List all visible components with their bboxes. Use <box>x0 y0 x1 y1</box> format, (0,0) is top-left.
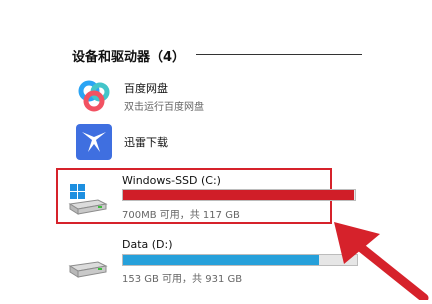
baidu-netdisk-subtitle: 双击运行百度网盘 <box>124 102 204 113</box>
section-title: 设备和驱动器（4） <box>72 50 186 65</box>
drive-d-label: Data (D:) <box>122 238 173 251</box>
drive-d-item[interactable]: Data (D:) 153 GB 可用，共 931 GB <box>56 234 358 292</box>
drive-d-usage-fill <box>123 255 319 265</box>
hard-drive-icon <box>68 252 108 286</box>
baidu-netdisk-icon <box>76 78 112 114</box>
devices-and-drives-section-header: 设备和驱动器（4） <box>72 46 362 65</box>
drive-c-label: Windows-SSD (C:) <box>122 174 221 187</box>
drive-c-usage-bar <box>122 189 356 201</box>
xunlei-icon <box>76 124 112 160</box>
red-arrow-annotation <box>320 214 432 303</box>
xunlei-name: 迅雷下载 <box>124 136 168 149</box>
drive-c-item[interactable]: Windows-SSD (C:) 700MB 可用，共 117 GB <box>56 168 356 226</box>
section-divider <box>196 54 362 55</box>
drive-d-usage-text: 153 GB 可用，共 931 GB <box>122 274 243 285</box>
windows-drive-icon <box>68 182 108 216</box>
baidu-netdisk-name: 百度网盘 <box>124 82 168 95</box>
baidu-netdisk-item[interactable]: 百度网盘 双击运行百度网盘 <box>76 76 296 116</box>
drive-c-usage-fill <box>123 190 354 200</box>
xunlei-item[interactable]: 迅雷下载 <box>76 124 296 164</box>
drive-c-usage-text: 700MB 可用，共 117 GB <box>122 210 240 221</box>
